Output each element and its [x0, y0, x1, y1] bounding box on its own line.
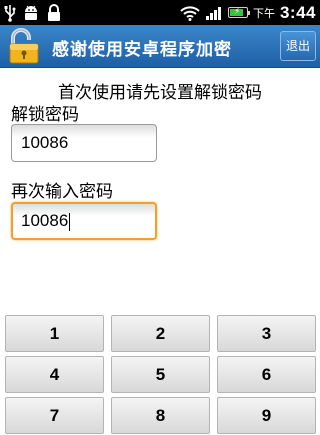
password-value: 10086: [21, 133, 69, 152]
key-2[interactable]: 2: [111, 315, 210, 352]
android-debug-icon: [25, 5, 37, 20]
wifi-icon: [180, 5, 200, 21]
key-6[interactable]: 6: [217, 356, 316, 393]
usb-icon: [4, 4, 16, 22]
key-3[interactable]: 3: [217, 315, 316, 352]
confirm-password-label: 再次输入密码: [11, 182, 113, 202]
key-7[interactable]: 7: [5, 397, 104, 434]
key-9[interactable]: 9: [217, 397, 316, 434]
app-title: 感谢使用安卓程序加密: [52, 40, 232, 60]
password-field[interactable]: 10086: [11, 124, 157, 162]
exit-button[interactable]: 退出: [280, 31, 316, 61]
title-bar: 感谢使用安卓程序加密 退出: [0, 25, 320, 68]
confirm-password-value: 10086: [21, 211, 69, 230]
key-1[interactable]: 1: [5, 315, 104, 352]
status-ampm: 下午: [252, 6, 275, 20]
battery-icon: ⚡: [227, 7, 250, 18]
signal-icon: [205, 6, 221, 20]
lock-notification-icon: [48, 3, 60, 21]
password-label: 解锁密码: [11, 105, 79, 125]
confirm-password-field[interactable]: 10086: [11, 202, 157, 240]
key-4[interactable]: 4: [5, 356, 104, 393]
text-cursor: [69, 212, 71, 231]
unlock-icon: [9, 28, 39, 64]
status-time: 3:44: [279, 2, 316, 22]
status-bar: ⚡ 下午 3:44: [0, 0, 320, 25]
key-8[interactable]: 8: [111, 397, 210, 434]
number-keypad: 1 2 3 4 5 6 7 8 9: [5, 315, 316, 434]
key-5[interactable]: 5: [111, 356, 210, 393]
